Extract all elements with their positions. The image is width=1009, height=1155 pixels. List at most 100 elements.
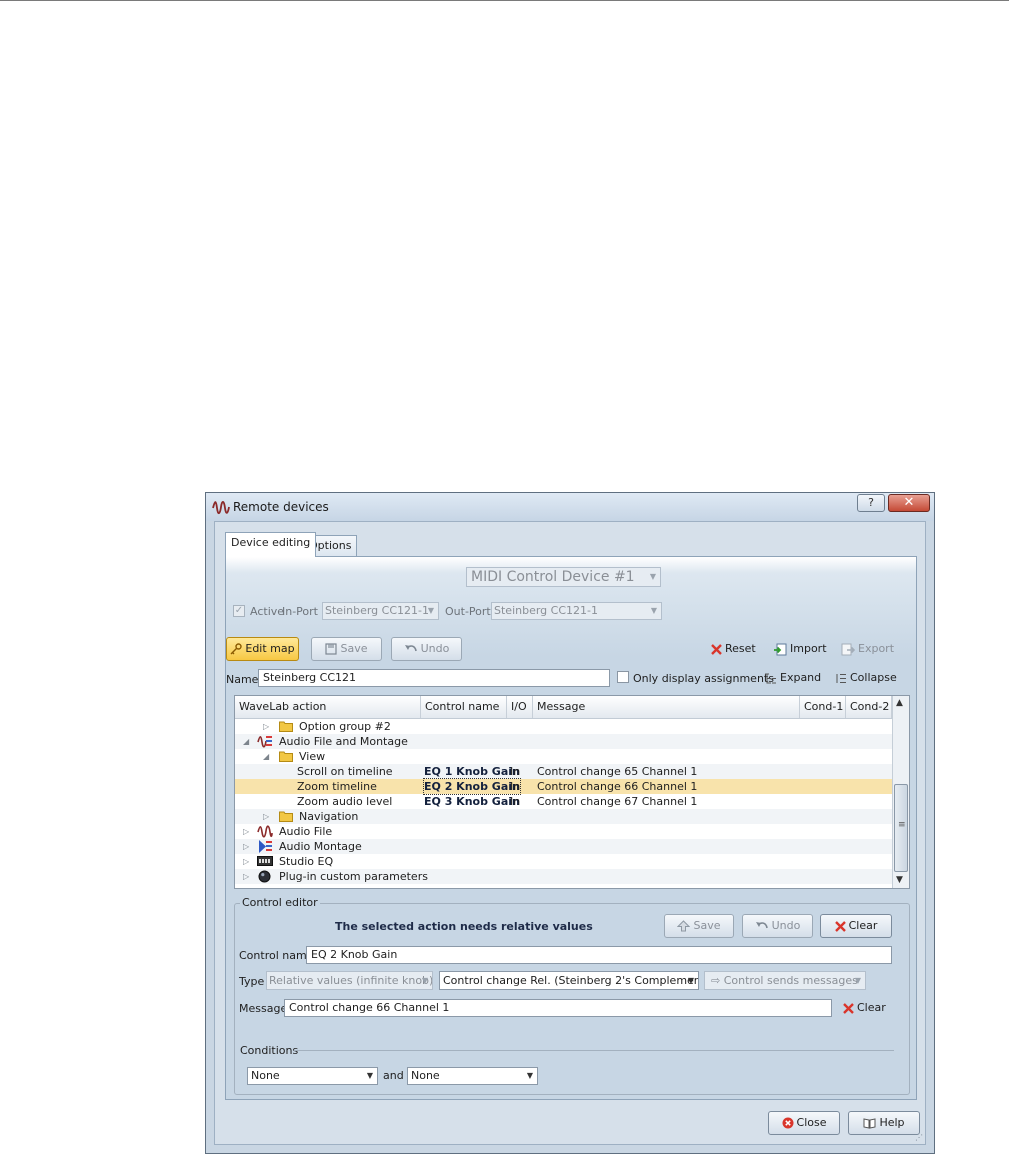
chevron-down-icon: ▼: [421, 976, 428, 985]
io-cell: In: [510, 795, 521, 808]
condition-2-value: None: [411, 1069, 440, 1082]
action-label: Scroll on timeline: [297, 765, 393, 778]
help-title-button[interactable]: ?: [857, 494, 885, 512]
tree-row-audio-file[interactable]: ▷ Audio File: [235, 824, 892, 839]
export-button[interactable]: Export: [841, 642, 894, 656]
resize-grip-icon[interactable]: ⋰: [915, 1134, 923, 1142]
tree-expander-icon[interactable]: ▷: [243, 839, 249, 854]
tree-row-view[interactable]: ◢ View: [235, 749, 892, 764]
export-icon: [841, 643, 855, 655]
close-label: Close: [796, 1116, 827, 1129]
title-bar[interactable]: Remote devices ? ✕: [206, 493, 934, 521]
waveform-icon: [257, 825, 273, 838]
collapse-button[interactable]: Collapse: [835, 671, 897, 685]
chevron-down-icon: ▼: [526, 1071, 533, 1080]
window-title: Remote devices: [233, 500, 329, 514]
message-input[interactable]: Control change 66 Channel 1: [284, 999, 832, 1017]
control-editor-title: Control editor: [240, 896, 320, 909]
tree-row-option-group-2[interactable]: ▷ Option group #2: [235, 719, 892, 734]
x-red-icon: [843, 1002, 854, 1014]
name-input[interactable]: Steinberg CC121: [258, 669, 610, 687]
tree-collapse-icon[interactable]: ◢: [243, 734, 249, 749]
out-port-select[interactable]: Steinberg CC121-1 ▼: [491, 602, 662, 620]
tree-row-plugin-custom-parameters[interactable]: ▷ Plug-in custom parameters: [235, 869, 892, 884]
control-name-input[interactable]: EQ 2 Knob Gain: [306, 946, 892, 964]
col-control-name[interactable]: Control name: [421, 696, 507, 718]
tree-expander-icon[interactable]: ▷: [243, 824, 249, 839]
sends-messages-select[interactable]: ⇨ Control sends messages ▼: [704, 971, 866, 990]
tree-row-zoom-timeline[interactable]: Zoom timeline EQ 2 Knob Gain In Control …: [235, 778, 892, 795]
col-cond-2[interactable]: Cond-2: [846, 696, 892, 718]
tree-expander-icon[interactable]: ▷: [243, 854, 249, 869]
tree-row-navigation[interactable]: ▷ Navigation: [235, 809, 892, 824]
scroll-up-icon[interactable]: ▲: [896, 698, 903, 708]
sends-messages-value: Control sends messages: [723, 974, 858, 987]
undo-map-label: Undo: [420, 642, 450, 655]
col-message[interactable]: Message: [533, 696, 800, 718]
type-select[interactable]: Relative values (infinite knob) ▼: [266, 971, 433, 990]
save-map-label: Save: [340, 642, 368, 655]
col-wavelab-action[interactable]: WaveLab action: [235, 696, 421, 718]
control-name-label: Control name: [239, 949, 314, 962]
relative-values-hint: The selected action needs relative value…: [335, 920, 593, 933]
edit-map-button[interactable]: Edit map: [226, 637, 299, 661]
chevron-down-icon: ▼: [687, 976, 694, 985]
control-undo-button[interactable]: Undo: [742, 914, 813, 938]
message-label: Message: [239, 1002, 288, 1015]
col-io[interactable]: I/O: [507, 696, 533, 718]
active-checkbox[interactable]: ✓: [233, 605, 245, 617]
reset-button[interactable]: Reset: [711, 642, 756, 655]
encoding-value: Control change Rel. (Steinberg 2's Compl…: [443, 974, 699, 987]
folder-open-icon: [279, 751, 293, 762]
encoding-select[interactable]: Control change Rel. (Steinberg 2's Compl…: [439, 971, 699, 990]
expand-button[interactable]: Expand: [763, 671, 821, 685]
import-button[interactable]: Import: [773, 642, 827, 656]
grid-vertical-scrollbar[interactable]: ▲ ≡ ▼: [892, 696, 909, 888]
save-map-button[interactable]: Save: [311, 637, 382, 661]
message-clear-button[interactable]: Clear: [843, 1001, 886, 1014]
tree-row-label: Navigation: [299, 810, 359, 823]
control-name-cell: EQ 2 Knob Gain: [423, 778, 521, 795]
tree-collapse-icon[interactable]: ◢: [263, 749, 269, 764]
scroll-thumb[interactable]: ≡: [894, 784, 908, 872]
condition-2-select[interactable]: None ▼: [407, 1067, 538, 1085]
tree-expander-icon[interactable]: ▷: [243, 869, 249, 884]
key-icon: [230, 643, 243, 655]
tree-row-audio-file-and-montage[interactable]: ◢ Audio File and Montage: [235, 734, 892, 749]
message-cell: Control change 67 Channel 1: [537, 795, 698, 808]
tree-row-studio-eq[interactable]: ▷ Studio EQ: [235, 854, 892, 869]
close-title-button[interactable]: ✕: [888, 494, 930, 512]
help-button[interactable]: Help: [848, 1111, 920, 1135]
condition-1-select[interactable]: None ▼: [247, 1067, 378, 1085]
audio-file-montage-icon: [257, 735, 272, 748]
control-clear-button[interactable]: Clear: [820, 914, 892, 938]
collapse-label: Collapse: [850, 671, 897, 684]
chevron-down-icon: ▼: [649, 572, 656, 581]
scroll-down-icon[interactable]: ▼: [896, 875, 903, 885]
device-editing-panel: MIDI Control Device #1 ▼ ✓ Active In-Por…: [225, 556, 917, 1100]
col-cond-1[interactable]: Cond-1: [800, 696, 846, 718]
name-label: Name: [226, 673, 259, 686]
control-save-button[interactable]: Save: [664, 914, 734, 938]
tab-device-editing[interactable]: Device editing: [225, 532, 317, 557]
tree-expander-icon[interactable]: ▷: [263, 719, 269, 734]
io-cell: In: [510, 765, 521, 778]
tree-row-scroll-on-timeline[interactable]: Scroll on timeline EQ 1 Knob Gain In Con…: [235, 764, 892, 779]
folder-icon: [279, 721, 293, 732]
message-cell: Control change 65 Channel 1: [537, 765, 698, 778]
undo-map-button[interactable]: Undo: [391, 637, 462, 661]
control-save-label: Save: [693, 919, 721, 932]
device-selector[interactable]: MIDI Control Device #1 ▼: [466, 567, 661, 587]
condition-1-value: None: [251, 1069, 280, 1082]
import-icon: [774, 643, 787, 655]
tree-row-zoom-audio-level[interactable]: Zoom audio level EQ 3 Knob Gain In Contr…: [235, 794, 892, 809]
tree-expander-icon[interactable]: ▷: [263, 809, 269, 824]
control-editor-group: Control editor The selected action needs…: [234, 896, 910, 1095]
in-port-select[interactable]: Steinberg CC121-1 ▼: [322, 602, 439, 620]
tree-row-audio-montage[interactable]: ▷ Audio Montage: [235, 839, 892, 854]
close-button[interactable]: Close: [768, 1111, 840, 1135]
io-cell: In: [510, 780, 521, 793]
floppy-icon: [325, 643, 338, 655]
only-display-checkbox[interactable]: [617, 671, 629, 683]
chevron-down-icon: ▼: [366, 1071, 373, 1080]
